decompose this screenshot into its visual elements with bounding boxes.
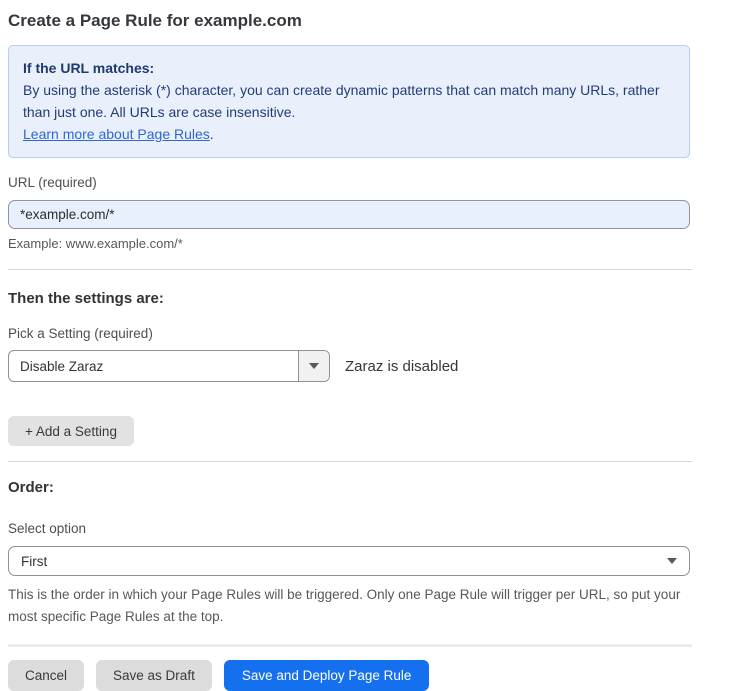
form-actions: Cancel Save as Draft Save and Deploy Pag… [8,660,690,691]
setting-select-arrow-button[interactable] [298,351,329,381]
order-help-text: This is the order in which your Page Rul… [8,584,684,628]
save-as-draft-button[interactable]: Save as Draft [96,660,212,691]
url-example-hint: Example: www.example.com/* [8,235,690,252]
setting-row: Disable Zaraz Zaraz is disabled [8,350,690,382]
order-select[interactable]: First [8,546,690,576]
page-title: Create a Page Rule for example.com [8,10,690,32]
section-divider [8,461,692,462]
create-page-rule-page: Create a Page Rule for example.com If th… [0,0,750,670]
settings-section-heading: Then the settings are: [8,289,690,309]
cancel-button[interactable]: Cancel [8,660,84,691]
caret-down-icon [667,558,677,564]
add-setting-button[interactable]: + Add a Setting [8,416,134,446]
order-select-label: Select option [8,520,690,538]
save-and-deploy-button[interactable]: Save and Deploy Page Rule [224,660,430,691]
url-field-label: URL (required) [8,174,690,192]
order-section-heading: Order: [8,478,690,498]
footer-divider [8,644,692,647]
pick-setting-label: Pick a Setting (required) [8,325,690,343]
info-box-link-line: Learn more about Page Rules. [23,123,675,145]
learn-more-link[interactable]: Learn more about Page Rules [23,126,210,142]
link-suffix: . [210,126,214,142]
setting-select-value: Disable Zaraz [9,351,298,381]
order-select-value: First [21,554,667,569]
caret-down-icon [309,363,319,369]
setting-status-text: Zaraz is disabled [345,358,458,375]
info-box-heading: If the URL matches: [23,57,675,79]
url-match-info-box: If the URL matches: By using the asteris… [8,45,690,158]
form-content: Create a Page Rule for example.com If th… [8,10,690,691]
info-box-body: By using the asterisk (*) character, you… [23,79,675,123]
url-input[interactable] [8,200,690,229]
section-divider [8,269,692,270]
setting-select[interactable]: Disable Zaraz [8,350,330,382]
